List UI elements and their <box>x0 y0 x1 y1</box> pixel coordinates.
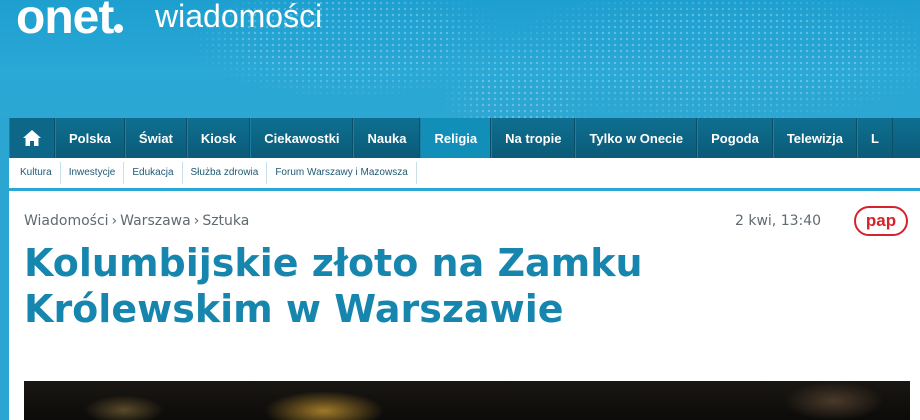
nav-item-polska[interactable]: Polska <box>55 118 125 158</box>
main-nav: Polska Świat Kiosk Ciekawostki Nauka Rel… <box>9 118 920 158</box>
breadcrumb-sztuka[interactable]: Sztuka <box>202 213 249 229</box>
nav-item-truncated[interactable]: L <box>856 118 893 158</box>
nav-item-swiat[interactable]: Świat <box>124 118 187 158</box>
nav-item-religia[interactable]: Religia <box>420 118 492 158</box>
nav-item-ciekawostki[interactable]: Ciekawostki <box>250 118 354 158</box>
logo-text: onet <box>16 0 114 44</box>
subnav-item-sluzba-zdrowia[interactable]: Służba zdrowia <box>183 162 268 184</box>
nav-item-kiosk[interactable]: Kiosk <box>186 118 251 158</box>
breadcrumb-separator: › <box>193 213 200 229</box>
subnav-item-kultura[interactable]: Kultura <box>9 162 61 184</box>
article-date: 2 kwi, 13:40 <box>735 213 822 229</box>
site-header: onet wiadomości <box>0 0 920 118</box>
photo-highlight <box>264 391 384 420</box>
article-photo[interactable] <box>24 381 910 420</box>
nav-item-na-tropie[interactable]: Na tropie <box>491 118 576 158</box>
subnav-item-inwestycje[interactable]: Inwestycje <box>61 162 125 184</box>
nav-item-telewizja[interactable]: Telewizja <box>772 118 857 158</box>
subnav-item-edukacja[interactable]: Edukacja <box>124 162 183 184</box>
breadcrumb-wiadomosci[interactable]: Wiadomości <box>24 213 109 229</box>
world-map-background <box>0 0 920 118</box>
breadcrumb: Wiadomości › Warszawa › Sztuka <box>24 213 249 229</box>
photo-highlight <box>84 395 164 420</box>
nav-home[interactable] <box>9 118 55 158</box>
nav-item-pogoda[interactable]: Pogoda <box>697 118 773 158</box>
sub-nav: Kultura Inwestycje Edukacja Służba zdrow… <box>9 158 920 191</box>
photo-highlight <box>784 381 884 420</box>
article-title: Kolumbijskie złoto na Zamku Królewskim w… <box>24 241 643 331</box>
nav-item-tylko-w-onecie[interactable]: Tylko w Onecie <box>575 118 698 158</box>
breadcrumb-separator: › <box>111 213 118 229</box>
logo-dot <box>114 24 124 33</box>
subnav-item-forum[interactable]: Forum Warszawy i Mazowsza <box>267 162 417 184</box>
home-icon <box>23 130 41 146</box>
onet-logo[interactable]: onet <box>16 0 124 48</box>
breadcrumb-warszawa[interactable]: Warszawa <box>120 213 191 229</box>
pap-source-badge: pap <box>854 206 908 236</box>
nav-item-nauka[interactable]: Nauka <box>353 118 421 158</box>
left-edge-band <box>0 118 9 420</box>
section-name[interactable]: wiadomości <box>155 0 322 39</box>
